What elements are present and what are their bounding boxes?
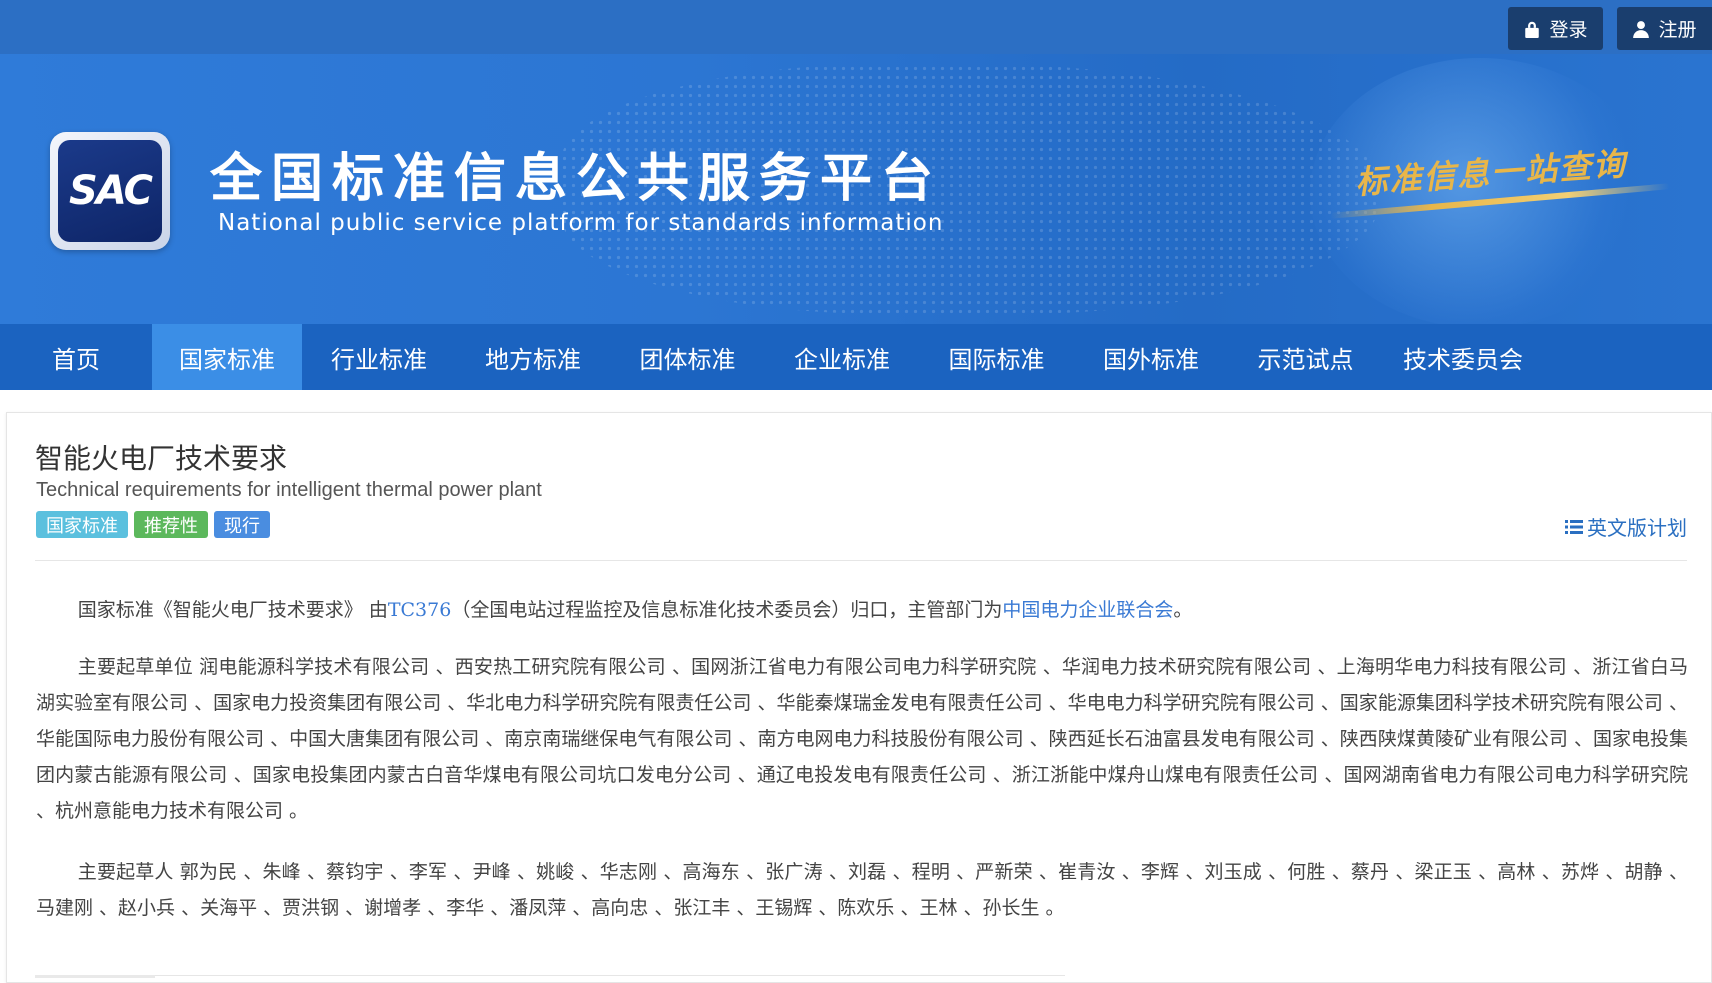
standard-title-en: Technical requirements for intelligent t… [36, 479, 542, 501]
tc-code-link[interactable]: TC376 [388, 599, 451, 621]
logo-text: SAC [69, 168, 153, 214]
banner: SAC 全国标准信息公共服务平台 National public service… [0, 54, 1712, 324]
nav-item-industry-standards[interactable]: 行业标准 [302, 324, 456, 390]
title-divider [35, 560, 1687, 561]
nav-item-enterprise-standards[interactable]: 企业标准 [765, 324, 919, 390]
drafting-units-label: 主要起草单位 [77, 656, 193, 678]
main-nav: 首页 国家标准 行业标准 地方标准 团体标准 企业标准 国际标准 国外标准 示范… [0, 324, 1712, 390]
intro-prefix: 国家标准《智能火电厂技术要求》 由 [77, 599, 388, 621]
login-button[interactable]: 登录 [1508, 7, 1603, 50]
english-version-plan-label: 英文版计划 [1587, 516, 1687, 540]
nav-item-local-standards[interactable]: 地方标准 [456, 324, 610, 390]
standard-detail-card: 智能火电厂技术要求 Technical requirements for int… [6, 412, 1712, 983]
standard-intro: 国家标准《智能火电厂技术要求》 由TC376（全国电站过程监控及信息标准化技术委… [36, 592, 1688, 628]
user-icon [1633, 20, 1650, 38]
nav-item-group-standards[interactable]: 团体标准 [610, 324, 765, 390]
section-tab-indicator [35, 975, 155, 978]
authority-link[interactable]: 中国电力企业联合会 [1002, 599, 1173, 621]
lock-icon [1525, 21, 1540, 38]
nav-item-national-standards[interactable]: 国家标准 [152, 324, 302, 390]
standard-title: 智能火电厂技术要求 [35, 442, 288, 475]
tc-name: （全国电站过程监控及信息标准化技术委员会）归口，主管部门为 [451, 599, 1003, 621]
top-bar: 登录 注册 [0, 0, 1712, 54]
sac-logo[interactable]: SAC [50, 132, 170, 250]
drafting-units: 主要起草单位 润电能源科学技术有限公司 、西安热工研究院有限公司 、国网浙江省电… [36, 649, 1688, 829]
drafters-list: 郭为民 、朱峰 、蔡钧宇 、李军 、尹峰 、姚峻 、华志刚 、高海东 、张广涛 … [36, 861, 1688, 919]
nav-item-international-standards[interactable]: 国际标准 [919, 324, 1074, 390]
drafters-label: 主要起草人 [77, 861, 174, 883]
tag-national-standard: 国家标准 [36, 511, 128, 538]
nav-item-foreign-standards[interactable]: 国外标准 [1074, 324, 1228, 390]
login-label: 登录 [1549, 19, 1588, 41]
section-divider [35, 975, 1065, 976]
register-button[interactable]: 注册 [1617, 7, 1712, 50]
tag-current-status: 现行 [214, 511, 270, 538]
tag-recommended: 推荐性 [134, 511, 208, 538]
standard-tags: 国家标准 推荐性 现行 [36, 511, 270, 538]
nav-item-pilot-demo[interactable]: 示范试点 [1228, 324, 1383, 390]
english-version-plan-link[interactable]: 英文版计划 [1565, 512, 1687, 541]
register-label: 注册 [1658, 19, 1697, 41]
nav-item-tech-committee[interactable]: 技术委员会 [1383, 324, 1543, 390]
drafting-units-list: 润电能源科学技术有限公司 、西安热工研究院有限公司 、国网浙江省电力有限公司电力… [36, 656, 1688, 822]
site-title: 全国标准信息公共服务平台 [210, 149, 943, 209]
list-icon [1565, 519, 1583, 534]
nav-item-home[interactable]: 首页 [0, 324, 152, 390]
site-subtitle: National public service platform for sta… [218, 210, 944, 236]
intro-suffix: 。 [1173, 599, 1193, 621]
drafters: 主要起草人 郭为民 、朱峰 、蔡钧宇 、李军 、尹峰 、姚峻 、华志刚 、高海东… [36, 854, 1688, 926]
